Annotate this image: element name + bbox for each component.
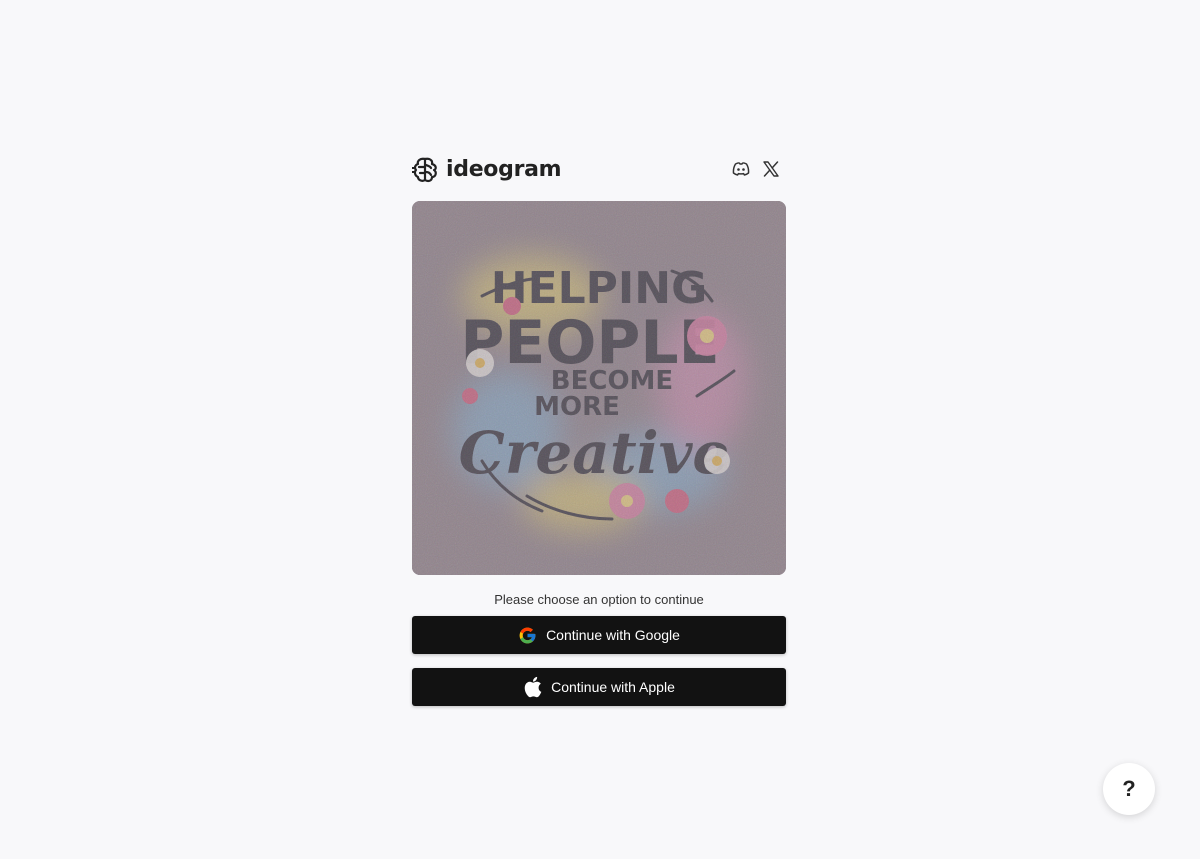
brain-logo-icon [412,156,439,183]
discord-icon[interactable] [732,160,750,178]
continue-with-apple-button[interactable]: Continue with Apple [412,668,786,706]
x-twitter-icon[interactable] [762,160,780,178]
google-icon [518,626,537,645]
header: ideogram [412,152,786,186]
hero-grain [412,201,786,575]
apple-button-label: Continue with Apple [551,679,675,695]
login-card: ideogram HELPING PEOPLE BECOME MORE Crea… [412,152,786,706]
hero-image: HELPING PEOPLE BECOME MORE Creative [412,201,786,575]
brand-name: ideogram [446,156,562,182]
apple-icon [523,676,542,698]
auth-prompt: Please choose an option to continue [494,592,704,607]
social-links [732,160,780,178]
brand[interactable]: ideogram [412,156,562,183]
continue-with-google-button[interactable]: Continue with Google [412,616,786,654]
google-button-label: Continue with Google [546,627,680,643]
login-page: ideogram HELPING PEOPLE BECOME MORE Crea… [0,0,1200,859]
help-button[interactable]: ? [1103,763,1155,815]
